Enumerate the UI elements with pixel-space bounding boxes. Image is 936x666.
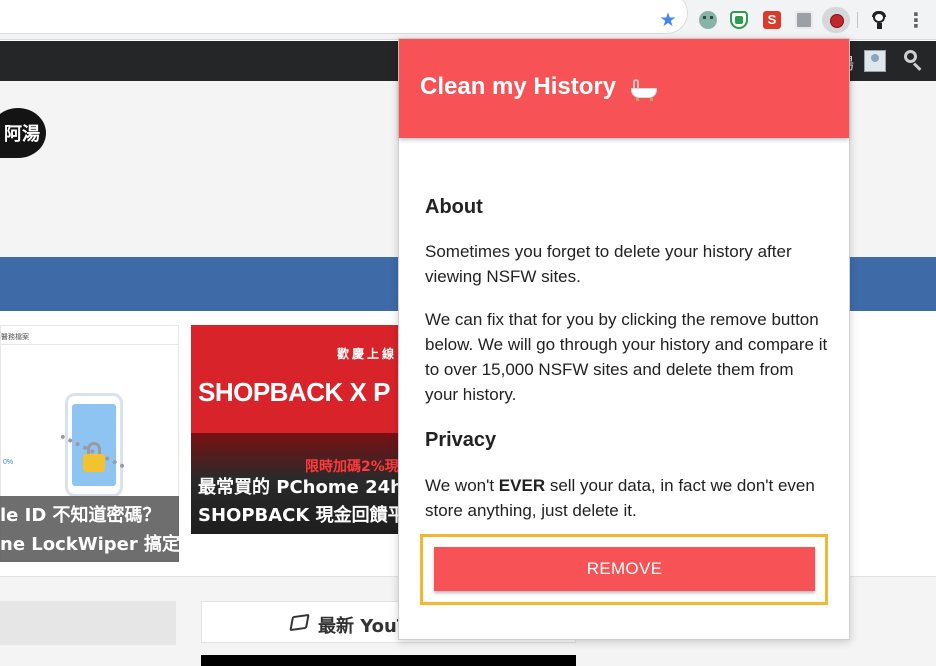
card-title-line: 最常買的 PChome 24h 網 (198, 477, 399, 498)
card-brand: SHOPBACK X P (198, 377, 390, 407)
search-icon[interactable] (904, 50, 924, 71)
about-heading: About (425, 196, 483, 218)
toolbar-divider (857, 12, 858, 28)
browser-toolbar: ★ S ⋮ (0, 0, 936, 40)
remove-button[interactable]: REMOVE (434, 547, 815, 591)
clean-history-popup: Clean my History About Sometimes you for… (398, 38, 850, 640)
photo-extension-icon[interactable] (795, 11, 813, 29)
menu-dots-icon[interactable]: ⋮ (906, 10, 926, 30)
card-topline: 歡慶上線 (337, 347, 398, 361)
article-caption-lockwiper[interactable]: le ID 不知道密碼？ ne LockWiper 搞定重 (0, 496, 198, 562)
sidebar-box (0, 601, 176, 645)
caption-line: le ID 不知道密碼？ (0, 505, 161, 526)
shield-extension-icon[interactable] (730, 11, 748, 29)
nav-avatar[interactable] (864, 50, 886, 72)
article-card-shopback[interactable]: 歡慶上線 SHOPBACK X P 限時加碼2%現 最常買的 PChome 24… (191, 325, 399, 534)
privacy-emphasis: EVER (498, 476, 546, 495)
owl-extension-icon[interactable] (699, 11, 717, 29)
popup-title: Clean my History (420, 73, 617, 100)
video-embed[interactable] (201, 655, 576, 666)
bathtub-icon (631, 77, 659, 101)
profile-avatar-icon[interactable] (869, 11, 889, 29)
clean-history-extension-icon[interactable] (822, 7, 850, 33)
privacy-heading: Privacy (425, 429, 497, 451)
popup-header: Clean my History (399, 39, 849, 138)
lock-icon (83, 454, 105, 472)
privacy-paragraph: We won't EVER sell your data, in fact we… (425, 476, 815, 520)
logo-text: 阿湯 (4, 124, 40, 145)
about-paragraph-2: We can fix that for you by clicking the … (425, 310, 828, 404)
caption-line: ne LockWiper 搞定重 (0, 534, 199, 555)
s-extension-icon[interactable]: S (763, 11, 781, 29)
card-percent: 0% (3, 459, 14, 466)
about-paragraph-1: Sometimes you forget to delete your hist… (425, 242, 792, 286)
address-bar[interactable] (0, 0, 688, 34)
paper-plane-icon (289, 613, 310, 632)
bookmark-star-icon[interactable]: ★ (658, 10, 678, 30)
card-title-line: SHOPBACK 現金回饋平台 (198, 505, 399, 526)
card-header-text: 醫務檔案 (1, 333, 29, 341)
